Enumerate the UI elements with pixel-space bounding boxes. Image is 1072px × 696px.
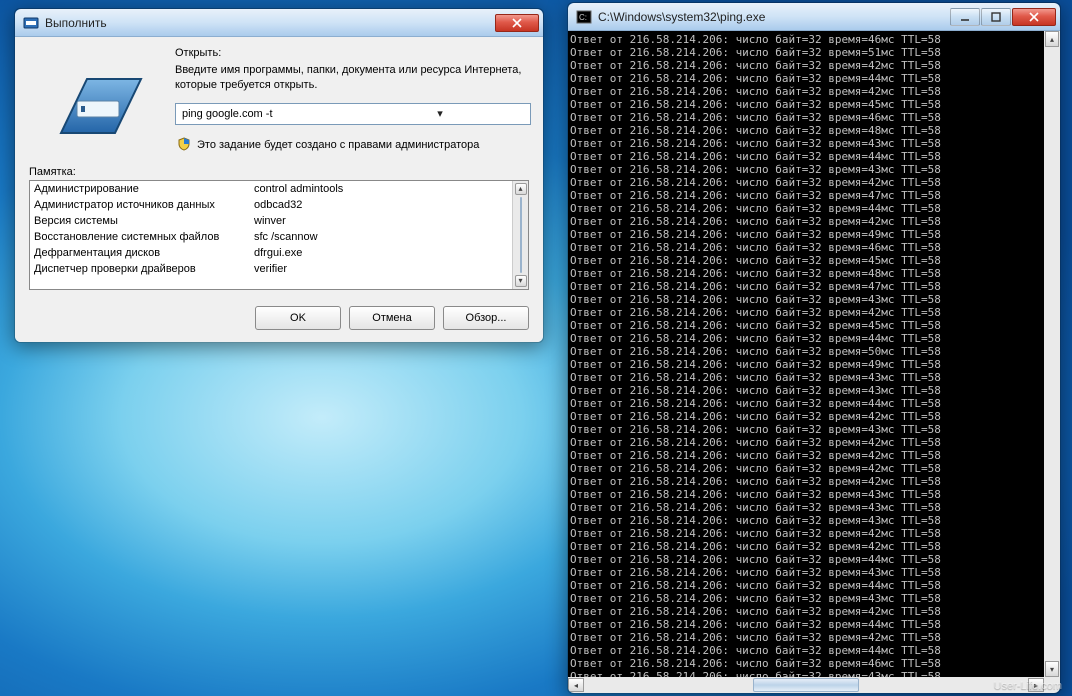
- browse-button[interactable]: Обзор...: [443, 306, 529, 330]
- cmd-icon: C:: [576, 9, 592, 25]
- run-title: Выполнить: [43, 16, 494, 30]
- watermark: User-Life.com: [994, 680, 1062, 692]
- chevron-up-icon[interactable]: ▴: [515, 183, 527, 195]
- open-label: Открыть:: [175, 47, 531, 59]
- scrollbar-thumb[interactable]: [520, 197, 522, 273]
- shield-icon: [177, 137, 191, 154]
- svg-text:C:: C:: [579, 13, 587, 22]
- chevron-down-icon[interactable]: ▾: [1045, 661, 1059, 677]
- cmd-title: C:\Windows\system32\ping.exe: [596, 10, 949, 24]
- cmd-output: Ответ от 216.58.214.206: число байт=32 в…: [568, 31, 1044, 677]
- maximize-button[interactable]: [981, 8, 1011, 26]
- cheatsheet-label: Памятка:: [29, 166, 529, 178]
- cheatsheet-scrollbar[interactable]: ▴ ▾: [512, 181, 528, 289]
- list-item[interactable]: Администратор источников данныхodbcad32: [30, 197, 528, 213]
- admin-note: Это задание будет создано с правами адми…: [197, 139, 479, 151]
- list-item[interactable]: Восстановление системных файловsfc /scan…: [30, 229, 528, 245]
- cmd-vertical-scrollbar[interactable]: ▴ ▾: [1044, 31, 1060, 677]
- list-item[interactable]: Диспетчер проверки драйверовverifier: [30, 261, 528, 277]
- cmd-window: C: C:\Windows\system32\ping.exe Ответ от…: [567, 2, 1061, 694]
- scrollbar-thumb[interactable]: [753, 678, 860, 692]
- open-description: Введите имя программы, папки, документа …: [175, 63, 531, 93]
- open-combobox[interactable]: ping google.com -t ▾: [175, 103, 531, 125]
- run-close-button[interactable]: [495, 14, 539, 32]
- run-icon: [23, 15, 39, 31]
- open-value: ping google.com -t: [182, 108, 354, 120]
- minimize-button[interactable]: [950, 8, 980, 26]
- cancel-button[interactable]: Отмена: [349, 306, 435, 330]
- run-titlebar[interactable]: Выполнить: [15, 9, 543, 37]
- run-large-icon: [55, 71, 147, 143]
- close-button[interactable]: [1012, 8, 1056, 26]
- chevron-left-icon[interactable]: ◂: [568, 678, 584, 692]
- cheatsheet-list[interactable]: Администрированиеcontrol admintoolsАдмин…: [29, 180, 529, 290]
- ok-button[interactable]: OK: [255, 306, 341, 330]
- list-item[interactable]: Версия системыwinver: [30, 213, 528, 229]
- cmd-titlebar[interactable]: C: C:\Windows\system32\ping.exe: [568, 3, 1060, 31]
- chevron-down-icon[interactable]: ▾: [354, 107, 526, 120]
- run-dialog: Выполнить Открыть: Введите имя программы…: [14, 8, 544, 343]
- chevron-down-icon[interactable]: ▾: [515, 275, 527, 287]
- list-item[interactable]: Дефрагментация дисковdfrgui.exe: [30, 245, 528, 261]
- cmd-horizontal-scrollbar[interactable]: ◂ ▸: [568, 677, 1044, 693]
- chevron-up-icon[interactable]: ▴: [1045, 31, 1059, 47]
- list-item[interactable]: Администрированиеcontrol admintools: [30, 181, 528, 197]
